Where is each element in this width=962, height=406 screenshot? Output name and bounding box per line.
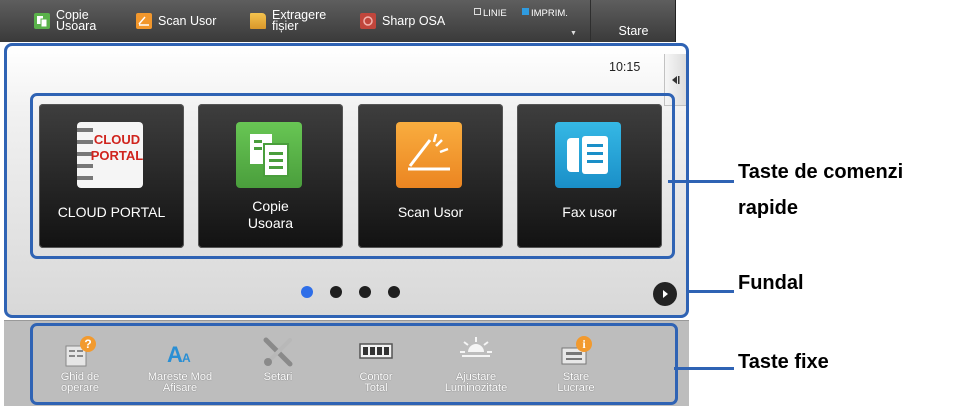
cloud-portal-icon: CLOUD PORTAL <box>77 122 143 188</box>
line-indicator: LINIE <box>474 8 507 19</box>
print-status-square <box>522 8 529 15</box>
easy-scan-tile[interactable]: Scan Usor <box>358 104 503 248</box>
callout-line-shortcut-keys <box>668 180 734 183</box>
easy-copy-tile[interactable]: Copie Usoara <box>198 104 343 248</box>
home-screen-background: 10:15 CLOUD PORTAL CLOUD PORTAL Copie Us… <box>4 43 689 318</box>
svg-text:A: A <box>167 342 183 367</box>
enlarge-display-label: Mareste Mod Afisare <box>147 371 213 394</box>
top-sharp-osa-button[interactable]: Sharp OSA <box>360 0 445 42</box>
job-status-icon: i <box>558 334 594 370</box>
scan-icon <box>396 122 462 188</box>
clock: 10:15 <box>609 60 641 74</box>
line-status-square <box>474 8 481 15</box>
top-file-retrieve-button[interactable]: Extragere fișier <box>250 0 326 42</box>
cloud-logo-line2: PORTAL <box>91 148 143 163</box>
easy-scan-label: Scan Usor <box>397 204 464 220</box>
operation-guide-button[interactable]: ? Ghid de operare <box>35 330 125 402</box>
cloud-portal-label: CLOUD PORTAL <box>57 204 166 220</box>
collapse-left-icon <box>671 75 679 84</box>
page-dot-1[interactable] <box>301 286 313 298</box>
top-sharp-osa-label: Sharp OSA <box>382 13 446 28</box>
callout-shortcut-keys-line1: Taste de comenzi <box>738 161 904 183</box>
callout-line-fixed-keys <box>674 367 734 370</box>
copy-icon <box>236 122 302 188</box>
callout-fixed-keys: Taste fixe <box>738 351 829 373</box>
folder-icon <box>250 13 266 29</box>
callout-shortcut-keys-line2: rapide <box>738 197 799 219</box>
top-easy-scan-button[interactable]: Scan Usor <box>136 0 216 42</box>
settings-button[interactable]: Setari <box>233 330 323 402</box>
settings-label: Setari <box>263 371 293 383</box>
svg-text:?: ? <box>84 337 91 351</box>
cloud-logo-line1: CLOUD <box>94 132 140 147</box>
sharp-osa-icon <box>360 13 376 29</box>
top-easy-copy-button[interactable]: Copie Usoara <box>34 0 96 42</box>
top-easy-copy-label: Copie Usoara <box>56 8 97 33</box>
print-indicator: IMPRIM. <box>522 8 568 19</box>
job-status-fixed-label: Stare Lucrare <box>557 371 595 394</box>
next-page-button[interactable] <box>653 282 677 306</box>
svg-text:A: A <box>182 351 191 365</box>
total-count-button[interactable]: Contor Total <box>331 330 421 402</box>
fixed-keys-bar: ? Ghid de operare A A Mareste Mod Afisar… <box>4 320 689 406</box>
page-indicator <box>301 286 400 298</box>
expand-arrow-icon: ▼ <box>570 30 577 37</box>
top-easy-scan-label: Scan Usor <box>158 13 217 28</box>
job-status-button[interactable]: Stare <box>590 0 676 42</box>
brightness-adjust-label: Ajustare Luminozitate <box>444 371 508 394</box>
line-label: LINIE <box>483 8 507 19</box>
print-label: IMPRIM. <box>531 8 568 19</box>
enlarge-display-button[interactable]: A A Mareste Mod Afisare <box>135 330 225 402</box>
page-dot-4[interactable] <box>388 286 400 298</box>
job-status-label: Stare <box>618 24 649 38</box>
zoom-text-icon: A A <box>162 334 198 370</box>
settings-tools-icon <box>260 334 296 370</box>
shortcut-keys-area: CLOUD PORTAL CLOUD PORTAL Copie Usoara S… <box>30 93 675 259</box>
fax-icon <box>555 122 621 188</box>
easy-fax-tile[interactable]: Fax usor <box>517 104 662 248</box>
help-guide-icon: ? <box>62 334 98 370</box>
callout-line-background <box>689 290 734 293</box>
scan-icon <box>136 13 152 29</box>
top-bar: Copie Usoara Scan Usor Extragere fișier … <box>0 0 676 42</box>
job-status-fixed-button[interactable]: i Stare Lucrare <box>531 330 621 402</box>
easy-copy-label: Copie Usoara <box>247 198 294 231</box>
top-file-retrieve-label: Extragere fișier <box>272 8 327 33</box>
cloud-portal-tile[interactable]: CLOUD PORTAL CLOUD PORTAL <box>39 104 184 248</box>
total-count-label: Contor Total <box>359 371 393 394</box>
easy-fax-label: Fax usor <box>562 204 617 220</box>
copy-icon <box>34 13 50 29</box>
fixed-keys-area: ? Ghid de operare A A Mareste Mod Afisar… <box>30 323 678 405</box>
brightness-adjust-button[interactable]: Ajustare Luminozitate <box>431 330 521 402</box>
operation-guide-label: Ghid de operare <box>60 371 100 394</box>
page-dot-3[interactable] <box>359 286 371 298</box>
status-indicators[interactable]: LINIE IMPRIM. ▼ <box>474 8 584 42</box>
page-dot-2[interactable] <box>330 286 342 298</box>
counter-icon <box>358 334 394 370</box>
brightness-icon <box>458 334 494 370</box>
play-right-icon <box>663 290 668 298</box>
callout-background: Fundal <box>738 272 804 294</box>
